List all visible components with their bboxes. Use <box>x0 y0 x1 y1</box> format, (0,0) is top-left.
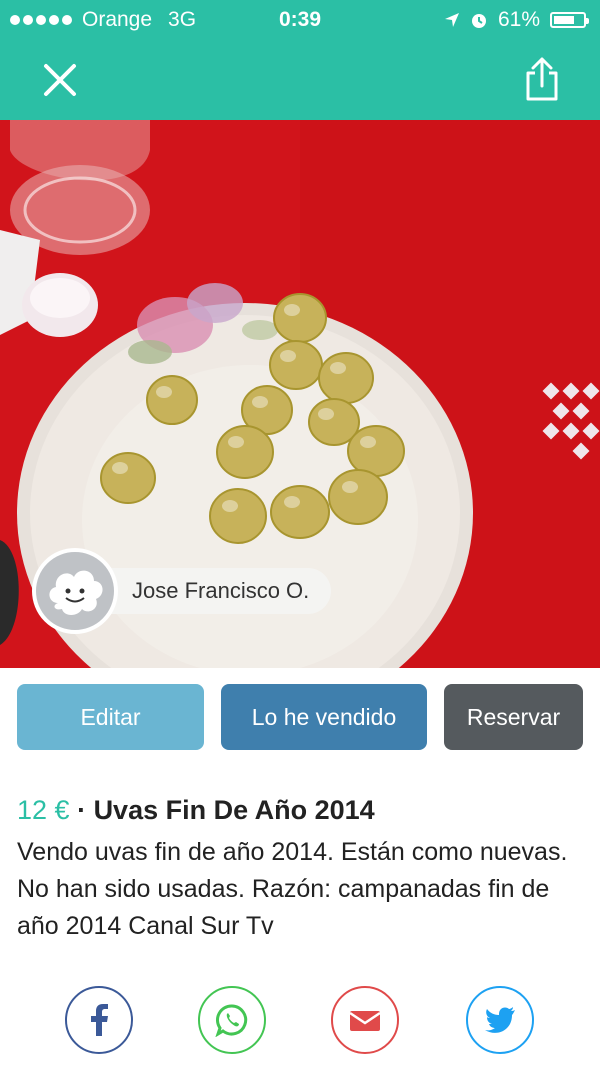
listing-headline: 12 € · Uvas Fin De Año 2014 <box>17 795 583 826</box>
facebook-share-button[interactable] <box>65 986 133 1054</box>
reserve-button[interactable]: Reservar <box>444 684 583 750</box>
email-icon <box>349 1011 381 1031</box>
close-icon[interactable] <box>42 62 78 98</box>
nav-bar <box>0 40 600 120</box>
action-buttons: Editar Lo he vendido Reservar <box>17 684 583 750</box>
whatsapp-icon <box>215 1004 248 1037</box>
listing-price: 12 € <box>17 795 70 825</box>
twitter-share-button[interactable] <box>466 986 534 1054</box>
email-share-button[interactable] <box>331 986 399 1054</box>
status-right: 61% <box>444 8 589 32</box>
whatsapp-share-button[interactable] <box>198 986 266 1054</box>
share-icon[interactable] <box>524 56 560 102</box>
headline-separator: · <box>69 795 94 825</box>
listing-description: Vendo uvas fin de año 2014. Están como n… <box>17 838 568 940</box>
location-arrow-icon <box>444 13 459 27</box>
listing-title: Uvas Fin De Año 2014 <box>93 795 375 825</box>
social-share-row <box>0 986 600 1058</box>
cloud-avatar-icon <box>49 570 103 615</box>
listing-details: 12 € · Uvas Fin De Año 2014 Vendo uvas f… <box>17 795 583 945</box>
alarm-clock-icon <box>471 14 486 28</box>
battery-icon <box>550 12 589 28</box>
battery-percentage: 61% <box>497 8 540 31</box>
facebook-icon <box>91 1004 108 1036</box>
twitter-icon <box>485 1007 515 1033</box>
avatar[interactable] <box>32 548 118 634</box>
seller-badge[interactable]: Jose Francisco O. <box>32 545 332 637</box>
seller-name[interactable]: Jose Francisco O. <box>88 568 332 614</box>
status-bar: Orange 3G 0:39 61% <box>0 0 600 40</box>
mark-sold-button[interactable]: Lo he vendido <box>221 684 427 750</box>
edit-button[interactable]: Editar <box>17 684 204 750</box>
